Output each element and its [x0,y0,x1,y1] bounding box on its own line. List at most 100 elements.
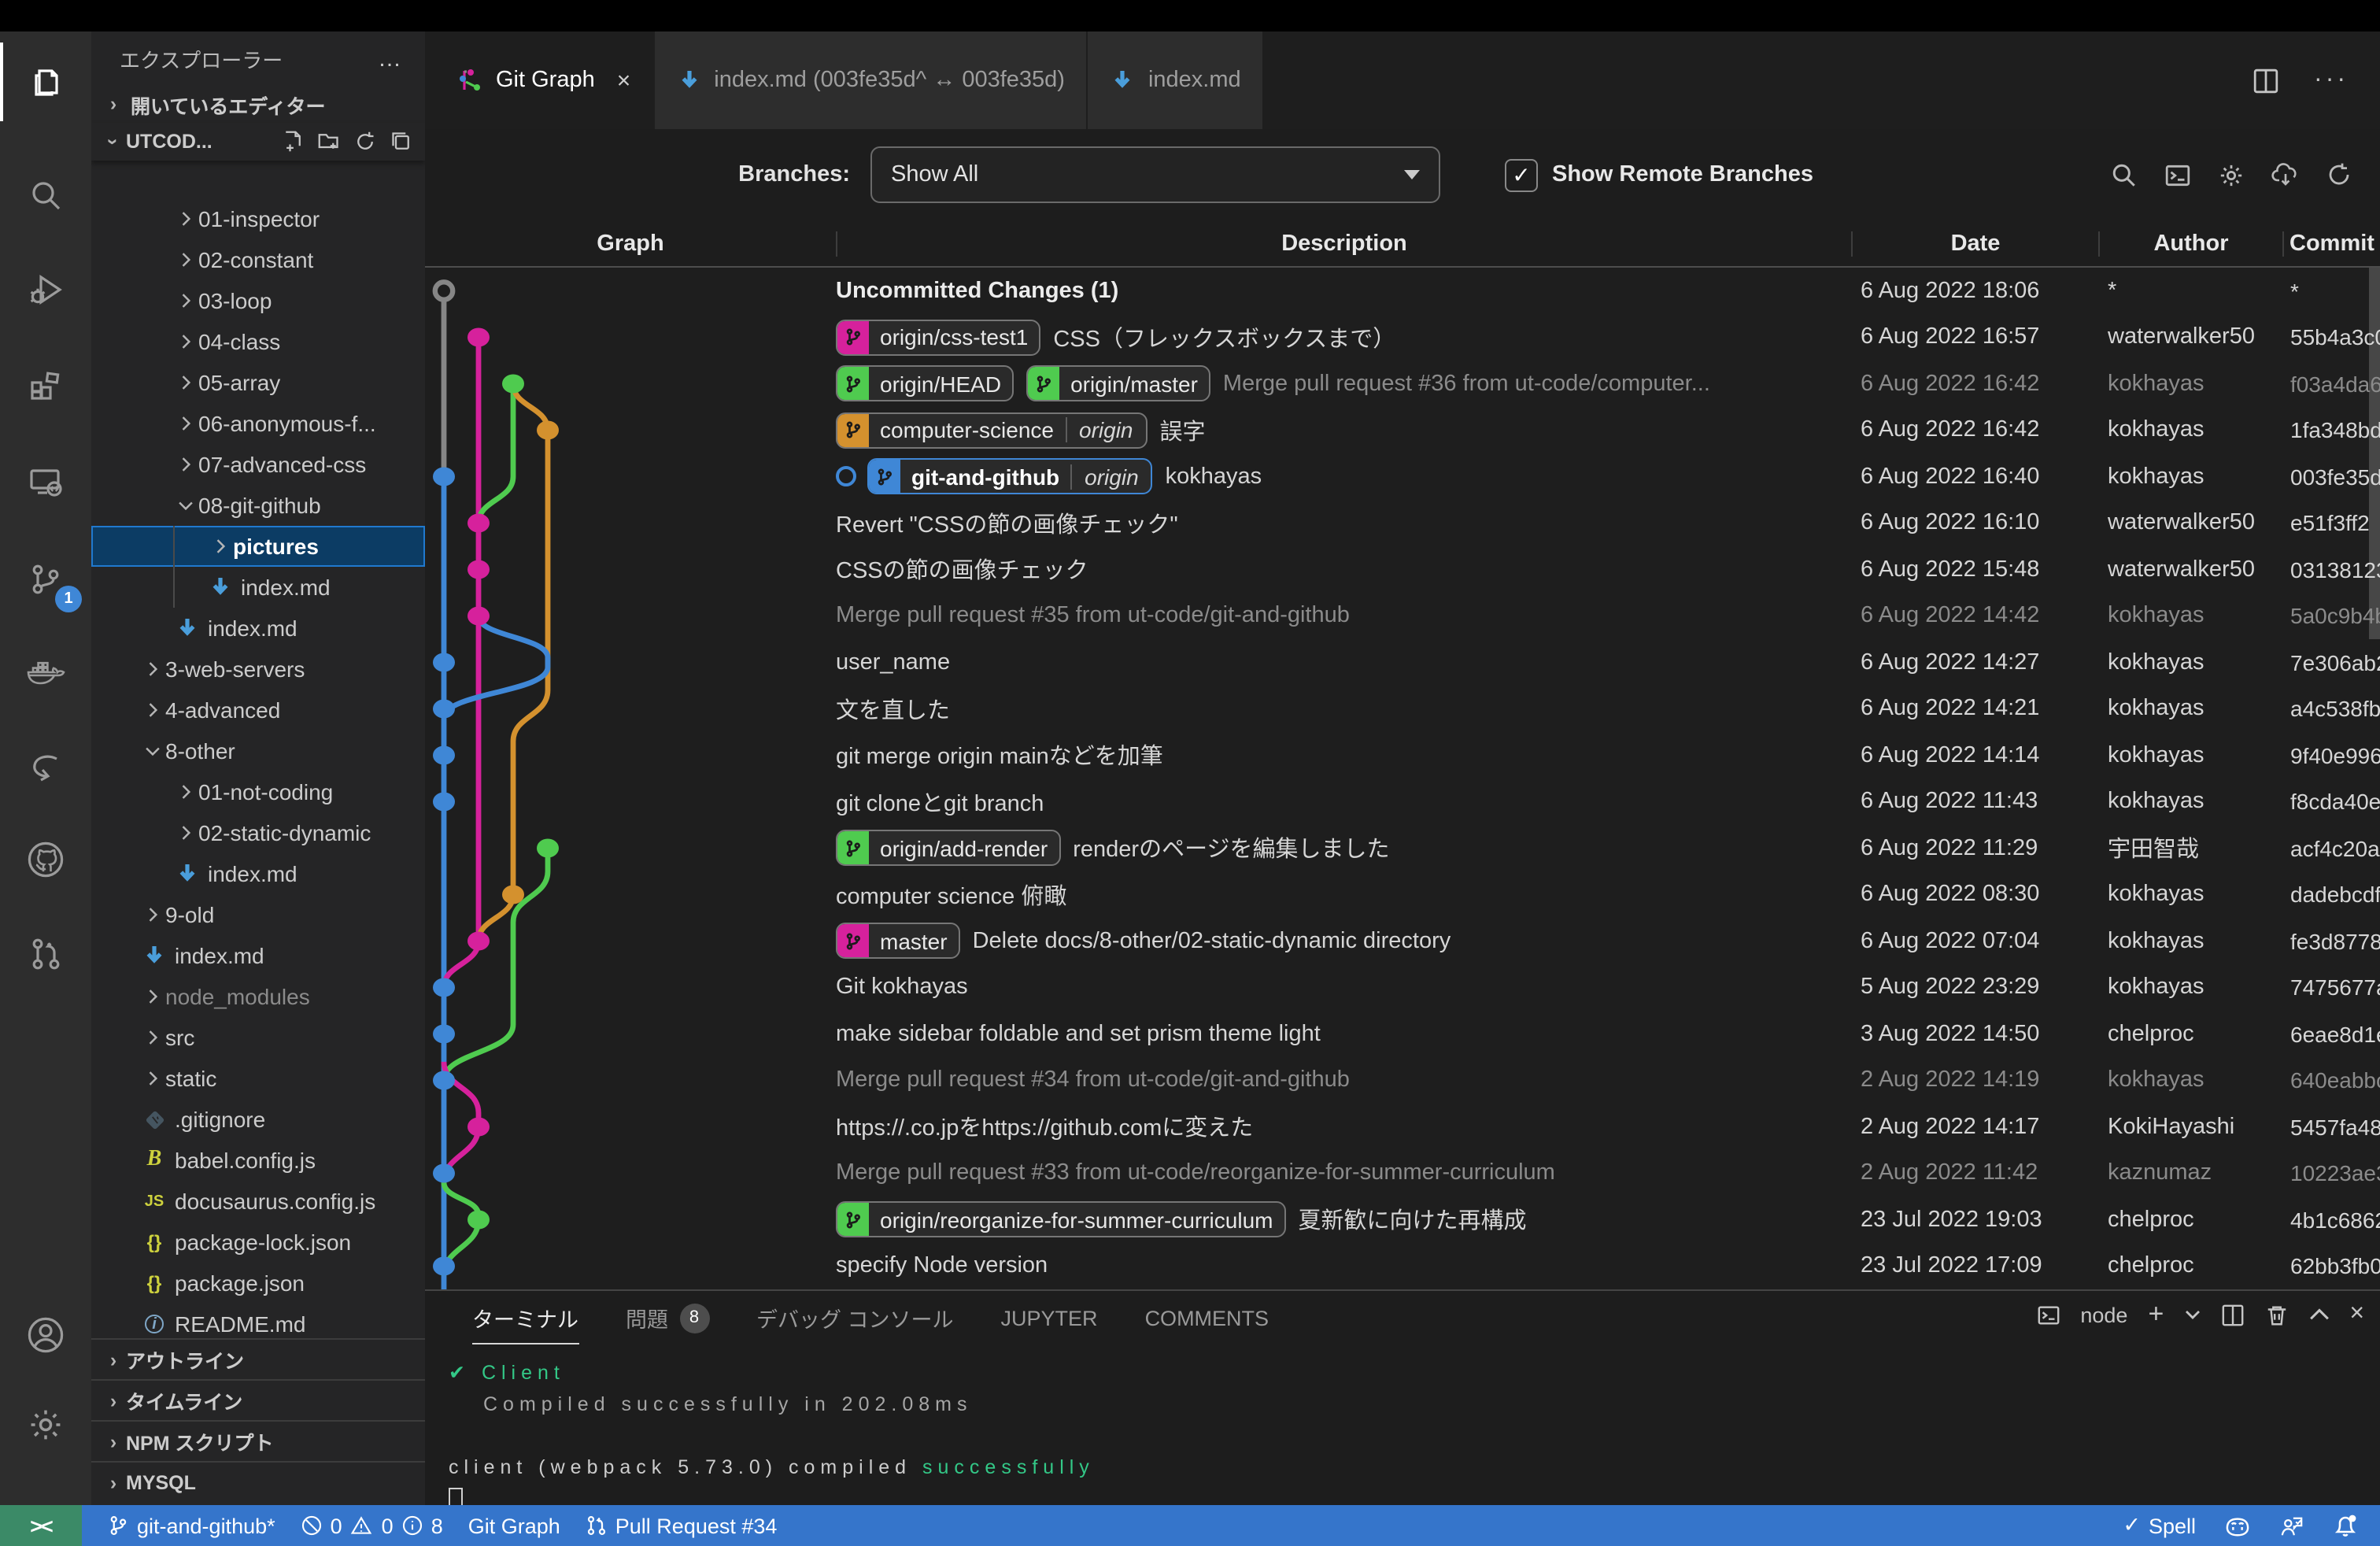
tree-item-package-lock-json[interactable]: {}package-lock.json [91,1222,425,1263]
tree-item-07-advanced-css[interactable]: 07-advanced-css [91,444,425,485]
tree-item-3-web-servers[interactable]: 3-web-servers [91,649,425,690]
commit-row[interactable]: CSSの節の画像チェック6 Aug 2022 15:48waterwalker5… [425,546,2380,593]
tree-item-9-old[interactable]: 9-old [91,894,425,935]
remote-indicator[interactable]: >< [0,1505,82,1546]
collapse-folders-icon[interactable] [390,131,412,153]
cloud-download-icon[interactable] [2271,161,2300,188]
commit-row[interactable]: masterDelete docs/8-other/02-static-dyna… [425,918,2380,964]
tree-item-4-advanced[interactable]: 4-advanced [91,690,425,730]
column-author[interactable]: Author [2098,231,2282,256]
branch-chip-git-and-github[interactable]: git-and-githuborigin [867,459,1153,495]
commit-row[interactable]: origin/HEADorigin/masterMerge pull reque… [425,361,2380,407]
commit-row[interactable]: git-and-githuboriginkokhayas6 Aug 2022 1… [425,453,2380,500]
commit-row[interactable]: origin/reorganize-for-summer-curriculum夏… [425,1196,2380,1243]
commit-row[interactable]: user_name6 Aug 2022 14:27kokhayas7e306ab… [425,639,2380,686]
panel-tab--[interactable]: ターミナル [472,1291,578,1344]
tree-item-index-md[interactable]: index.md [91,567,425,608]
show-remote-branches-checkbox[interactable]: ✓ [1505,159,1538,192]
commit-row[interactable]: Merge pull request #35 from ut-code/git-… [425,593,2380,639]
tab-git-graph[interactable]: Git Graph× [436,31,654,129]
commit-row[interactable]: git merge origin mainなどを加筆6 Aug 2022 14:… [425,732,2380,779]
tree-item-babel-config-js[interactable]: Bbabel.config.js [91,1140,425,1181]
tree-item-01-inspector[interactable]: 01-inspector [91,198,425,239]
tree-item-index-md[interactable]: index.md [91,935,425,976]
tree-item-docusaurus-config-js[interactable]: JSdocusaurus.config.js [91,1181,425,1222]
panel-tab--[interactable]: 問題8 [626,1291,709,1344]
remote-explorer-icon[interactable] [0,442,91,521]
search-icon[interactable] [0,156,91,235]
refresh-icon[interactable] [354,131,376,153]
curved-arrow-icon[interactable] [0,729,91,808]
branch-chip-computer-science[interactable]: computer-scienceorigin [836,412,1148,449]
pull-request-status[interactable]: Pull Request #34 [586,1514,778,1537]
maximize-panel-icon[interactable] [2308,1304,2329,1325]
panel-tab-jupyter[interactable]: JUPYTER [1001,1291,1098,1344]
shell-name[interactable]: node [2080,1303,2127,1326]
commit-row[interactable]: computer-scienceorigin誤字6 Aug 2022 16:42… [425,407,2380,453]
refresh-icon[interactable] [2326,161,2352,188]
branch-chip-origin-head[interactable]: origin/HEAD [836,366,1014,402]
commit-row[interactable]: make sidebar foldable and set prism them… [425,1011,2380,1057]
commit-row[interactable]: Uncommitted Changes (1)6 Aug 2022 18:06*… [425,268,2380,314]
gear-icon[interactable] [2218,161,2245,188]
branch-chip-master[interactable]: master [836,923,960,960]
column-description[interactable]: Description [836,231,1851,256]
tree-item-node-modules[interactable]: node_modules [91,976,425,1017]
tree-item-src[interactable]: src [91,1017,425,1058]
spell-status[interactable]: ✓Spell [2123,1513,2196,1538]
terminal-icon[interactable] [2164,161,2191,188]
branch-chip-origin-master[interactable]: origin/master [1026,366,1210,402]
tree-item-8-other[interactable]: 8-other [91,730,425,771]
commit-row[interactable]: origin/add-renderrenderのページを編集しました6 Aug … [425,825,2380,871]
tree-item-08-git-github[interactable]: 08-git-github [91,485,425,526]
run-debug-icon[interactable] [0,250,91,329]
commit-row[interactable]: https://.co.jpをhttps://github.comに変えた2 A… [425,1104,2380,1150]
panel-tab-comments[interactable]: COMMENTS [1145,1291,1269,1344]
new-file-icon[interactable] [282,131,304,153]
split-terminal-icon[interactable] [2220,1303,2244,1326]
terminal-output[interactable]: ✔ Client Compiled successfully in 202.08… [449,1357,1095,1515]
new-terminal-icon[interactable]: + [2148,1299,2164,1330]
tree-item-06-anonymous-f-[interactable]: 06-anonymous-f... [91,403,425,444]
more-actions-icon[interactable]: ··· [2314,66,2349,94]
commit-row[interactable]: Git kokhayas5 Aug 2022 23:29kokhayas7475… [425,964,2380,1011]
column-date[interactable]: Date [1851,231,2098,256]
commit-row[interactable]: git cloneとgit branch6 Aug 2022 11:43kokh… [425,779,2380,825]
terminal-dropdown-caret-icon[interactable] [2184,1307,2200,1322]
gear-icon[interactable] [0,1385,91,1464]
sidebar-section-MYSQL[interactable]: ›MYSQL [91,1461,425,1502]
commit-row[interactable]: specify Node version23 Jul 2022 17:09che… [425,1243,2380,1289]
copilot-icon[interactable] [2224,1514,2251,1537]
new-folder-icon[interactable] [318,131,340,153]
column-graph[interactable]: Graph [425,231,836,256]
files-icon[interactable] [0,43,91,121]
tree-item--gitignore[interactable]: .gitignore [91,1099,425,1140]
tab-index-md[interactable]: index.md [1088,31,1265,129]
tab-index-md-003fe35d-003fe35d-[interactable]: index.md (003fe35d^ ↔ 003fe35d) [654,31,1088,129]
account-icon[interactable] [0,1296,91,1374]
branches-dropdown[interactable]: Show All [870,146,1440,203]
sidebar-more-icon[interactable]: … [378,45,403,72]
search-icon[interactable] [2111,161,2138,188]
tree-item-03-loop[interactable]: 03-loop [91,280,425,321]
problems-status[interactable]: 0 0 8 [301,1514,443,1537]
branch-chip-origin-css-test1[interactable]: origin/css-test1 [836,320,1040,356]
tree-item-index-md[interactable]: index.md [91,853,425,894]
close-icon[interactable]: × [617,67,631,94]
docker-icon[interactable] [0,634,91,713]
commit-row[interactable]: Merge pull request #33 from ut-code/reor… [425,1150,2380,1196]
commit-row[interactable]: computer science 俯瞰6 Aug 2022 08:30kokha… [425,871,2380,918]
commit-row[interactable]: 文を直した6 Aug 2022 14:21kokhayasa4c538fb [425,686,2380,732]
workspace-section-header[interactable]: › UTCOD... [91,123,425,161]
tree-item-index-md[interactable]: index.md [91,608,425,649]
tree-item-02-constant[interactable]: 02-constant [91,239,425,280]
github-icon[interactable] [0,820,91,899]
branch-status[interactable]: git-and-github* [107,1514,275,1537]
sidebar-section-NPM スクリプト[interactable]: ›NPM スクリプト [91,1420,425,1461]
pull-request-icon[interactable] [0,915,91,993]
sidebar-section-アウトライン[interactable]: ›アウトライン [91,1338,425,1379]
feedback-icon[interactable] [2279,1514,2304,1537]
tree-item-02-static-dynamic[interactable]: 02-static-dynamic [91,812,425,853]
tree-item-package-json[interactable]: {}package.json [91,1263,425,1304]
commit-row[interactable]: Merge pull request #34 from ut-code/git-… [425,1057,2380,1104]
